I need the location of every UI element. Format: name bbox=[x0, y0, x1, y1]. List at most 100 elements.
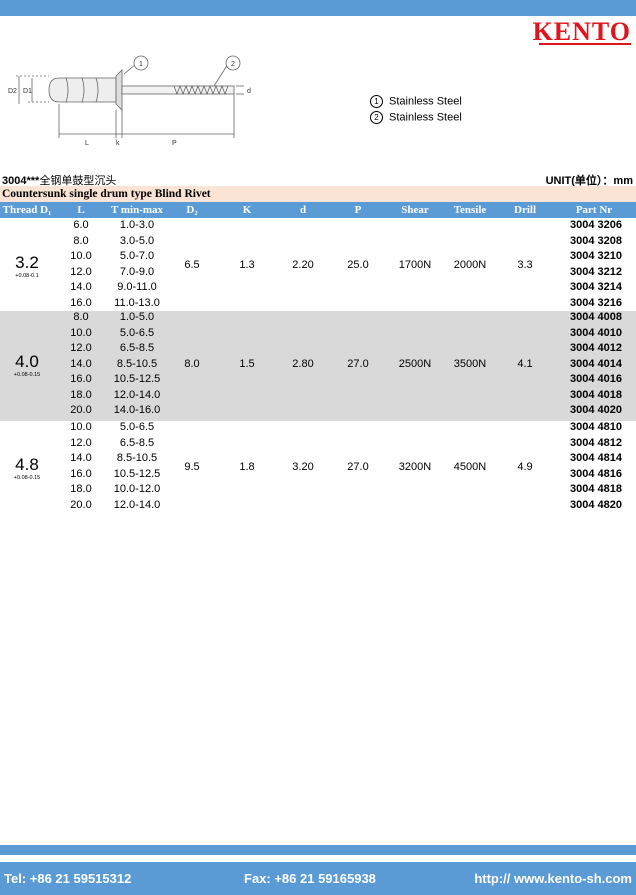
table-row: 12.0 7.0-9.0 3004 3212 bbox=[0, 266, 636, 282]
table-row: 8.0 1.0-5.0 3004 4008 bbox=[0, 311, 636, 327]
table-row: 10.0 5.0-6.5 3004 4810 bbox=[0, 421, 636, 437]
callout-2-label: 2 bbox=[231, 61, 235, 68]
header-d: d bbox=[299, 204, 307, 216]
cell-part-nr: 3004 4814 bbox=[570, 452, 622, 464]
cell-part-nr: 3004 4818 bbox=[570, 483, 622, 495]
cell-t: 3.0-5.0 bbox=[119, 234, 155, 247]
dim-l-label: L bbox=[85, 140, 89, 147]
cell-l: 12.0 bbox=[70, 436, 92, 449]
cell-l: 20.0 bbox=[70, 498, 92, 511]
table-row: 16.0 10.5-12.5 3004 4016 bbox=[0, 373, 636, 389]
table-row: 8.0 3.0-5.0 3004 3208 bbox=[0, 235, 636, 251]
dim-d-label: d bbox=[247, 88, 251, 95]
cell-l: 16.0 bbox=[70, 467, 92, 480]
cell-l: 18.0 bbox=[70, 483, 92, 495]
size-group-4-8: 4.8 +0.08-0.15 9.5 1.8 3.20 27.0 3200N 4500N 4.9… bbox=[0, 421, 636, 516]
cell-l: 8.0 bbox=[73, 234, 89, 247]
header-tensile: Tensile bbox=[453, 204, 487, 216]
footer-website[interactable]: http:// www.kento-sh.com bbox=[474, 871, 632, 886]
cell-t: 7.0-9.0 bbox=[119, 265, 155, 278]
cell-part-nr: 3004 3206 bbox=[570, 219, 622, 231]
cell-l: 12.0 bbox=[70, 342, 92, 354]
header-l: L bbox=[77, 204, 85, 216]
rivet-drawing: 1 2 D2 D1 L k P d bbox=[8, 55, 251, 147]
cell-t: 10.0-12.0 bbox=[113, 483, 161, 495]
size-group-3-2: 3.2 +0.08-0.1 6.5 1.3 2.20 25.0 1700N 2000N 3.3 6… bbox=[0, 219, 636, 311]
cell-part-nr: 3004 4012 bbox=[570, 342, 622, 354]
size-group-4-0: 4.0 +0.08-0.15 8.0 1.5 2.80 27.0 2500N 3500N 4.1… bbox=[0, 311, 636, 421]
cell-l: 10.0 bbox=[70, 250, 92, 262]
legend-item-2: 2 Stainless Steel bbox=[370, 111, 462, 124]
cell-t: 1.0-5.0 bbox=[119, 311, 155, 323]
table-row: 20.0 14.0-16.0 3004 4020 bbox=[0, 404, 636, 420]
cell-part-nr: 3004 4008 bbox=[570, 311, 622, 323]
cell-l: 16.0 bbox=[70, 373, 92, 385]
cell-part-nr: 3004 4010 bbox=[570, 326, 622, 339]
footer-tel: Tel: +86 21 59515312 bbox=[4, 871, 132, 886]
cell-l: 6.0 bbox=[73, 219, 89, 231]
cell-t: 12.0-14.0 bbox=[113, 498, 161, 511]
cell-t: 9.0-11.0 bbox=[117, 281, 157, 293]
cell-part-nr: 3004 3208 bbox=[570, 234, 622, 247]
cell-part-nr: 3004 4820 bbox=[570, 498, 622, 511]
cell-t: 5.0-7.0 bbox=[119, 250, 155, 262]
cell-t: 6.5-8.5 bbox=[119, 436, 155, 449]
cell-l: 14.0 bbox=[70, 357, 92, 370]
cell-part-nr: 3004 4014 bbox=[570, 357, 622, 370]
table-row: 6.0 1.0-3.0 3004 3206 bbox=[0, 219, 636, 235]
cell-l: 18.0 bbox=[70, 388, 92, 401]
table-row: 16.0 10.5-12.5 3004 4816 bbox=[0, 468, 636, 484]
header-drill: Drill bbox=[514, 204, 536, 216]
cell-part-nr: 3004 3216 bbox=[570, 296, 622, 309]
top-bar bbox=[0, 0, 636, 16]
cell-part-nr: 3004 4812 bbox=[570, 436, 622, 449]
cell-t: 8.5-10.5 bbox=[116, 357, 158, 370]
dim-k-label: k bbox=[116, 140, 120, 147]
cell-part-nr: 3004 4816 bbox=[570, 467, 622, 480]
table-row: 10.0 5.0-6.5 3004 4010 bbox=[0, 327, 636, 343]
cell-part-nr: 3004 4018 bbox=[570, 388, 622, 401]
cell-l: 8.0 bbox=[73, 311, 89, 323]
cell-t: 10.5-12.5 bbox=[113, 467, 161, 480]
cell-part-nr: 3004 4016 bbox=[570, 373, 622, 385]
header-k: K bbox=[242, 204, 252, 216]
header-d2: D₂ bbox=[186, 204, 198, 216]
dim-p-label: P bbox=[172, 140, 177, 147]
table-row: 18.0 10.0-12.0 3004 4818 bbox=[0, 483, 636, 499]
table-row: 14.0 8.5-10.5 3004 4814 bbox=[0, 452, 636, 468]
header-p: P bbox=[354, 204, 362, 216]
table-row: 10.0 5.0-7.0 3004 3210 bbox=[0, 250, 636, 266]
footer-separator bbox=[0, 845, 636, 855]
callout-1-label: 1 bbox=[139, 61, 143, 68]
cell-t: 8.5-10.5 bbox=[116, 452, 158, 464]
table-header: Thread D₁ L T min-max D₂ K d P Shear Ten… bbox=[0, 202, 636, 218]
legend-item-1: 1 Stainless Steel bbox=[370, 95, 462, 108]
table-row: 14.0 8.5-10.5 3004 4014 bbox=[0, 358, 636, 374]
cell-part-nr: 3004 4020 bbox=[570, 404, 622, 416]
cell-t: 10.5-12.5 bbox=[113, 373, 161, 385]
cell-l: 10.0 bbox=[70, 326, 92, 339]
cell-t: 5.0-6.5 bbox=[119, 421, 155, 433]
legend-label: Stainless Steel bbox=[389, 95, 462, 108]
legend-label: Stainless Steel bbox=[389, 111, 462, 124]
header-t: T min-max bbox=[110, 204, 164, 216]
cell-t: 5.0-6.5 bbox=[119, 326, 155, 339]
footer: Tel: +86 21 59515312 Fax: +86 21 5916593… bbox=[0, 862, 636, 895]
cell-t: 11.0-13.0 bbox=[114, 296, 160, 309]
cell-l: 14.0 bbox=[70, 281, 92, 293]
cell-l: 10.0 bbox=[70, 421, 92, 433]
header-part-nr: Part Nr bbox=[575, 204, 613, 216]
header-thread: Thread D₁ bbox=[2, 204, 52, 216]
cell-l: 14.0 bbox=[70, 452, 92, 464]
cell-t: 6.5-8.5 bbox=[119, 342, 155, 354]
table-row: 12.0 6.5-8.5 3004 4812 bbox=[0, 437, 636, 453]
cell-l: 16.0 bbox=[70, 296, 92, 309]
table-row: 14.0 9.0-11.0 3004 3214 bbox=[0, 281, 636, 297]
cell-t: 14.0-16.0 bbox=[113, 404, 161, 416]
legend-number-icon: 1 bbox=[370, 95, 383, 108]
cell-t: 1.0-3.0 bbox=[119, 219, 155, 231]
dim-d2-label: D2 bbox=[8, 88, 17, 95]
cell-part-nr: 3004 3212 bbox=[570, 265, 622, 278]
cell-part-nr: 3004 3214 bbox=[570, 281, 622, 293]
header-shear: Shear bbox=[401, 204, 429, 216]
